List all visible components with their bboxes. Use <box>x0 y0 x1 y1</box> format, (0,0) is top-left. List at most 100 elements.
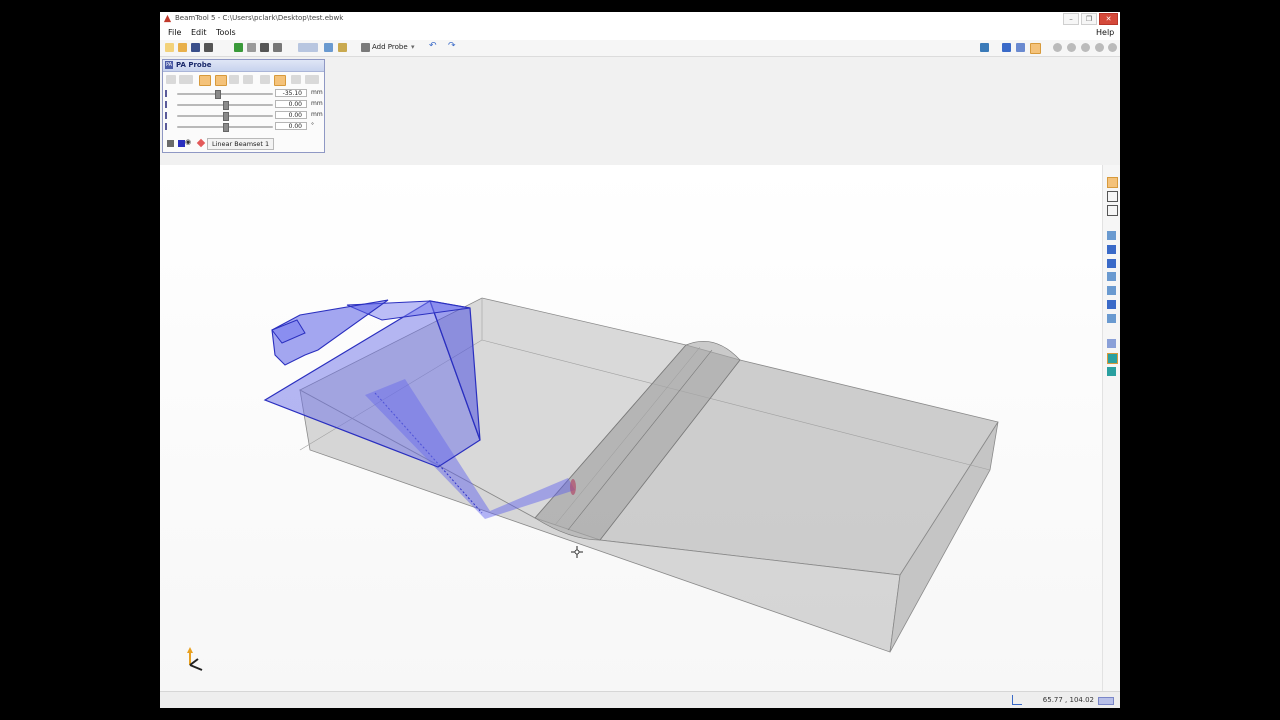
slider-row-offset: -35.10 mm <box>165 89 323 99</box>
add-probe-icon[interactable] <box>361 43 370 52</box>
offset-slider[interactable] <box>177 93 273 95</box>
3d-viewport[interactable] <box>160 165 1102 691</box>
aperture-tool-icon[interactable] <box>274 75 286 86</box>
focal-point-marker <box>570 479 576 495</box>
open-folder-icon[interactable] <box>178 43 187 52</box>
zoom-out-icon[interactable] <box>1095 43 1104 52</box>
sweep-tool-icon[interactable] <box>243 75 253 84</box>
skew-value-field[interactable]: 0.00 <box>275 122 307 130</box>
index-unit: mm <box>311 100 323 107</box>
zoom-reset-icon[interactable] <box>1108 43 1117 52</box>
skew-icon <box>165 123 174 130</box>
view-top-icon[interactable] <box>1107 231 1116 240</box>
menu-bar: File Edit Tools Help <box>160 26 1120 40</box>
menu-file[interactable]: File <box>168 28 181 37</box>
view-iso-side-icon[interactable] <box>1107 314 1116 323</box>
offset-slider-thumb[interactable] <box>215 90 222 99</box>
report-icon[interactable] <box>247 43 256 52</box>
window-title: BeamTool 5 - C:\Users\pclark\Desktop\tes… <box>175 14 344 22</box>
status-bar: 65.77 , 104.02 <box>160 691 1120 708</box>
zoom-in-icon[interactable] <box>1081 43 1090 52</box>
cursor-coordinates: 65.77 , 104.02 <box>1042 696 1094 704</box>
panel-header: PA PA Probe <box>163 60 324 72</box>
settings-tool-icon[interactable] <box>305 75 319 84</box>
shaded-view-icon[interactable] <box>1107 177 1118 188</box>
probe-tool-icon[interactable] <box>166 75 176 84</box>
pa-probe-panel: PA PA Probe -35.10 mm 0.00 mm 0.00 mm 0.… <box>162 59 325 153</box>
redo-icon[interactable]: ↷ <box>448 41 456 51</box>
focus-tool-icon[interactable] <box>199 75 211 86</box>
minimize-button[interactable]: – <box>1063 13 1079 25</box>
menu-help[interactable]: Help <box>1096 28 1114 37</box>
view-front-side-icon[interactable] <box>1107 286 1116 295</box>
menu-edit[interactable]: Edit <box>191 28 207 37</box>
beamset-row: ◉ Linear Beamset 1 <box>165 138 320 150</box>
height-value-field[interactable]: 0.00 <box>275 111 307 119</box>
maximize-button[interactable]: ❐ <box>1081 13 1097 25</box>
elements-tool-icon[interactable] <box>260 75 270 84</box>
save-icon[interactable] <box>191 43 200 52</box>
view-home-icon[interactable] <box>980 43 989 52</box>
height-unit: mm <box>311 111 323 118</box>
view-back-icon[interactable] <box>1107 300 1116 309</box>
app-icon <box>163 14 172 23</box>
view-left-icon[interactable] <box>1107 259 1116 268</box>
offset-icon <box>165 90 174 97</box>
view-iso-icon[interactable] <box>1002 43 1011 52</box>
new-file-icon[interactable] <box>165 43 174 52</box>
view-sidebar <box>1102 165 1120 691</box>
wedge-tool-icon[interactable] <box>179 75 193 84</box>
angle-tool-icon[interactable] <box>229 75 239 84</box>
resize-grip-icon[interactable] <box>1098 697 1114 705</box>
slider-row-height: 0.00 mm <box>165 111 323 121</box>
wand-icon[interactable] <box>338 43 347 52</box>
view-right-icon[interactable] <box>1107 272 1116 281</box>
beamset-color-swatch[interactable] <box>178 140 185 147</box>
index-value-field[interactable]: 0.00 <box>275 100 307 108</box>
undo-icon[interactable]: ↶ <box>429 41 437 51</box>
offset-unit: mm <box>311 89 323 96</box>
view-front-icon[interactable] <box>1016 43 1025 52</box>
zoom-window-icon[interactable] <box>1067 43 1076 52</box>
view-side-icon[interactable] <box>1030 43 1041 54</box>
add-probe-button[interactable]: Add Probe <box>372 43 408 51</box>
title-bar: BeamTool 5 - C:\Users\pclark\Desktop\tes… <box>160 12 1120 27</box>
layers-icon[interactable] <box>1107 339 1116 348</box>
height-slider-thumb[interactable] <box>223 112 229 121</box>
warning-tool-icon[interactable] <box>291 75 301 84</box>
panel-title: PA Probe <box>176 61 212 69</box>
wireframe-view-icon[interactable] <box>1107 191 1118 202</box>
scene-render <box>160 165 1102 691</box>
index-icon <box>165 101 174 108</box>
hidden-line-view-icon[interactable] <box>1107 205 1118 216</box>
export-icon[interactable] <box>204 43 213 52</box>
part-color-icon[interactable] <box>1107 353 1118 364</box>
image-icon[interactable] <box>260 43 269 52</box>
beam-tool-icon[interactable] <box>215 75 227 86</box>
slider-row-skew: 0.00 ° <box>165 122 322 132</box>
chevron-down-icon[interactable]: ▾ <box>411 43 415 51</box>
menu-tools[interactable]: Tools <box>216 28 236 37</box>
beamset-diamond-icon <box>196 138 206 148</box>
ribbon-area: PA PA Probe -35.10 mm 0.00 mm 0.00 mm 0.… <box>160 57 1120 166</box>
skew-slider-thumb[interactable] <box>223 123 229 132</box>
close-button[interactable]: ✕ <box>1099 13 1118 25</box>
beamtool-window: BeamTool 5 - C:\Users\pclark\Desktop\tes… <box>160 12 1120 708</box>
coordinate-axes-icon <box>1012 695 1022 705</box>
print-icon[interactable] <box>273 43 282 52</box>
index-slider-thumb[interactable] <box>223 101 229 110</box>
edit-part-icon[interactable] <box>324 43 333 52</box>
zoom-fit-icon[interactable] <box>1053 43 1062 52</box>
beamset-tab[interactable]: Linear Beamset 1 <box>207 138 275 150</box>
calculator-icon[interactable] <box>234 43 243 52</box>
beamset-tool-icon[interactable] <box>167 140 174 147</box>
offset-value-field[interactable]: -35.10 <box>275 89 307 97</box>
probe-shape-icon[interactable] <box>298 43 318 52</box>
part-solid-icon[interactable] <box>1107 367 1116 376</box>
slider-row-index: 0.00 mm <box>165 100 323 110</box>
view-bottom-icon[interactable] <box>1107 245 1116 254</box>
skew-unit: ° <box>311 122 314 129</box>
visibility-eye-icon[interactable]: ◉ <box>185 138 191 146</box>
pa-icon: PA <box>165 61 173 69</box>
main-toolbar: Add Probe ▾ ↶ ↷ <box>160 40 1120 57</box>
